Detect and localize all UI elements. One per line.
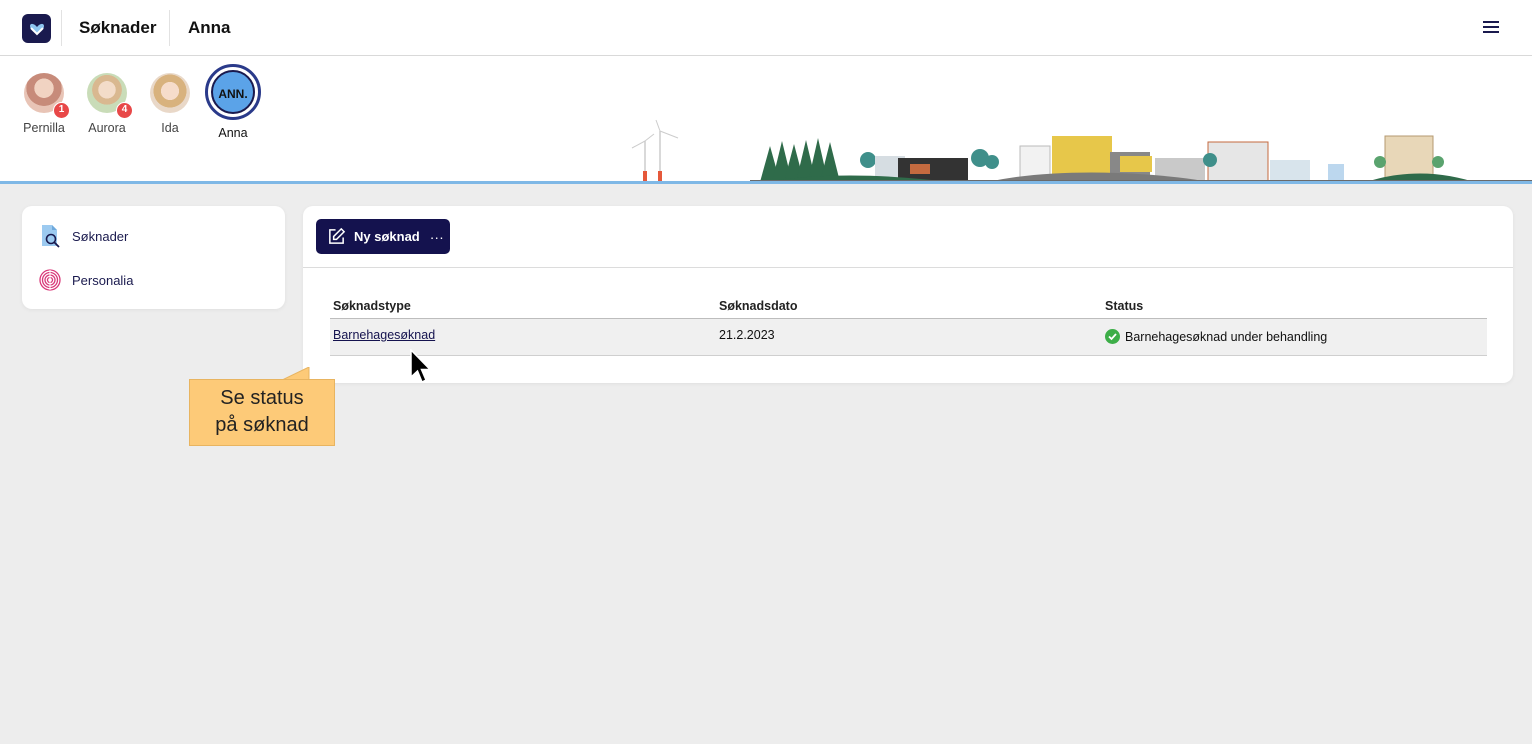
profile-anna[interactable]: ANN. Anna (203, 64, 263, 140)
notification-badge: 1 (53, 102, 70, 119)
hamburger-menu-icon[interactable] (1480, 18, 1502, 38)
check-circle-icon (1105, 329, 1120, 345)
profile-name: Anna (218, 126, 248, 140)
application-type-link[interactable]: Barnehagesøknad (333, 328, 435, 342)
tooltip-line: på søknad (215, 414, 309, 436)
status-tooltip: Se status på søknad (189, 379, 335, 446)
sidebar-item-label: Søknader (72, 228, 129, 244)
divider (0, 181, 1532, 184)
town-illustration-icon (631, 119, 1532, 184)
divider (169, 10, 170, 46)
fingerprint-icon (39, 269, 61, 291)
new-application-label: Ny søknad (354, 229, 420, 244)
more-options-icon[interactable]: ··· (430, 229, 444, 245)
status-text: Barnehagesøknad under behandling (1125, 330, 1328, 344)
column-header-type[interactable]: Søknadstype (333, 299, 411, 313)
sidebar-item-label: Personalia (72, 272, 134, 288)
notification-badge: 4 (116, 102, 133, 119)
mouse-cursor-icon (410, 349, 432, 384)
profile-name: Pernilla (23, 121, 65, 135)
column-header-date[interactable]: Søknadsdato (719, 299, 798, 313)
avatar-initials: ANN. (211, 70, 255, 114)
app-title[interactable]: Søknader (79, 18, 156, 38)
new-application-button[interactable]: Ny søknad ··· (316, 219, 450, 254)
app-logo-icon[interactable] (22, 14, 51, 43)
avatar (150, 73, 190, 113)
document-search-icon (42, 225, 60, 248)
divider (303, 267, 1513, 268)
table-row[interactable]: Barnehagesøknad 21.2.2023 Barnehagesøkna… (330, 319, 1487, 356)
sidebar-item-personalia[interactable]: Personalia (38, 267, 133, 293)
edit-icon (329, 227, 346, 244)
applications-panel: Ny søknad ··· Søknadstype Søknadsdato St… (303, 206, 1513, 383)
sidebar-nav: Søknader Personalia (22, 206, 285, 309)
profile-ida[interactable]: Ida (140, 73, 200, 135)
profile-strip: 1 Pernilla 4 Aurora Ida ANN. Anna (0, 56, 1532, 184)
avatar: 4 (87, 73, 133, 119)
avatar: ANN. (205, 64, 261, 120)
sidebar-item-soknader[interactable]: Søknader (38, 223, 128, 249)
tooltip-line: Se status (220, 387, 304, 409)
top-bar: Søknader Anna (0, 0, 1532, 56)
user-title: Anna (188, 18, 231, 37)
profile-name: Ida (161, 121, 179, 135)
profile-pernilla[interactable]: 1 Pernilla (14, 73, 74, 135)
column-header-status[interactable]: Status (1105, 299, 1143, 313)
application-date: 21.2.2023 (719, 328, 775, 342)
application-status: Barnehagesøknad under behandling (1105, 329, 1328, 345)
profile-name: Aurora (88, 121, 126, 135)
avatar: 1 (24, 73, 70, 119)
divider (61, 10, 62, 46)
profile-aurora[interactable]: 4 Aurora (77, 73, 137, 135)
